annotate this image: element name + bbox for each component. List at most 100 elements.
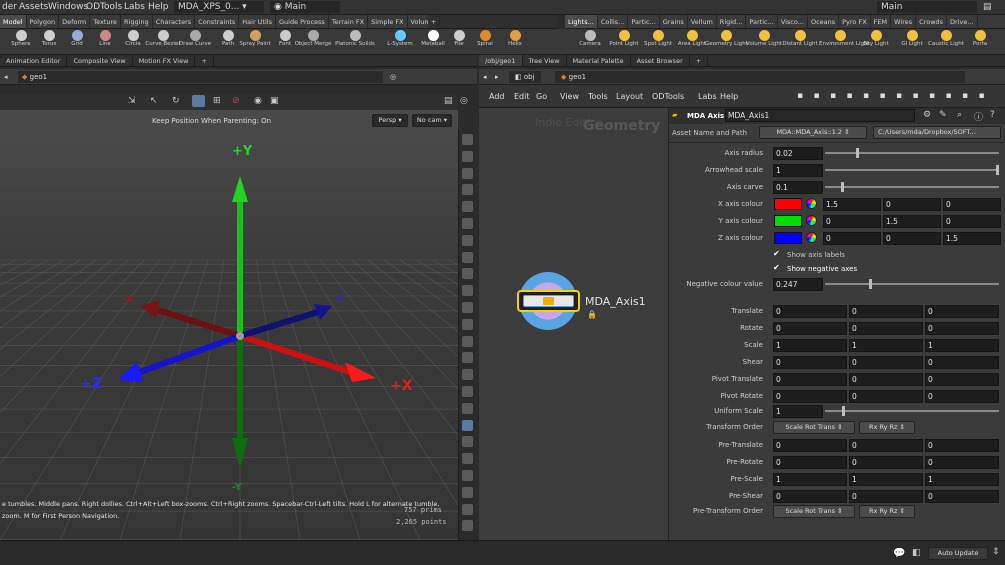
shelf-tab-visco-[interactable]: Visco... xyxy=(778,15,808,28)
shelf-tab-constraints[interactable]: Constraints xyxy=(195,15,240,28)
xcol-field-b[interactable]: 0 xyxy=(943,198,1001,211)
carve-field[interactable]: 0.1 xyxy=(773,181,823,194)
menu-help[interactable]: Help xyxy=(148,2,169,12)
display-options-icon[interactable]: ▤ xyxy=(444,96,453,106)
wire-icon[interactable] xyxy=(462,184,473,196)
uscale-field[interactable]: 1 xyxy=(773,405,823,418)
zcol-field-r[interactable]: 0 xyxy=(823,232,881,245)
pivr-field-z[interactable]: 0 xyxy=(925,390,999,403)
ycol-field-r[interactable]: 0 xyxy=(823,215,881,228)
wrench-icon[interactable]: ▪ xyxy=(797,91,803,101)
lod-icon[interactable] xyxy=(462,503,473,515)
grid-icon[interactable]: ▪ xyxy=(946,91,952,101)
pivr-field-x[interactable]: 0 xyxy=(773,390,847,403)
panel-menu-icon[interactable]: ▤ xyxy=(983,2,992,12)
help-icon[interactable]: ? xyxy=(990,110,995,120)
image-icon[interactable]: ▪ xyxy=(913,91,919,101)
shear-field-x[interactable]: 0 xyxy=(773,356,847,369)
color-palette-icon[interactable]: ▪ xyxy=(830,91,836,101)
shelf-tab-partic-[interactable]: Partic... xyxy=(746,15,778,28)
prorder-menu[interactable]: Rx Ry Rz ⇕ xyxy=(859,505,915,518)
uscale-slider-knob[interactable] xyxy=(842,406,846,416)
snap-icon[interactable] xyxy=(462,234,473,246)
tool-porta[interactable]: Porta xyxy=(965,30,995,47)
lock-update-icon[interactable]: ◧ xyxy=(912,548,921,558)
shelf-tab-drive-[interactable]: Drive... xyxy=(947,15,978,28)
scale-field-x[interactable]: 1 xyxy=(773,339,847,352)
pivr-field-y[interactable]: 0 xyxy=(849,390,923,403)
uscale-slider[interactable] xyxy=(825,410,999,412)
tool-draw-curve[interactable]: Draw Curve xyxy=(179,30,211,47)
rotate-icon[interactable]: ↻ xyxy=(172,96,180,106)
tool-sky-light[interactable]: Sky Light xyxy=(861,30,891,47)
shelf-tab-deform[interactable]: Deform xyxy=(59,15,91,28)
tab-animation-editor[interactable]: Animation Editor xyxy=(0,55,68,66)
net-menu-view[interactable]: View xyxy=(560,92,579,101)
viewport-3d[interactable]: +Y -Y +X -X +Z Z Keep Position When Pare… xyxy=(0,110,458,540)
desktop-select[interactable]: MDA_XPS_0... ▾ xyxy=(174,1,264,13)
primitive-icon[interactable] xyxy=(462,302,473,313)
select-icon[interactable]: ⇲ xyxy=(128,96,136,106)
right-context-select[interactable]: Main xyxy=(877,1,977,13)
persp-menu[interactable]: Persp ▾ xyxy=(372,114,408,127)
viewport-path[interactable]: ◆ geo1 xyxy=(18,71,383,83)
shelf-tab-model[interactable]: Model xyxy=(0,15,27,28)
shelf-tab-terrain-fx[interactable]: Terrain FX xyxy=(329,15,369,28)
curve-icon[interactable] xyxy=(462,352,473,364)
add-shelf-icon[interactable]: + xyxy=(428,15,441,28)
shelf-tab-pyro-fx[interactable]: Pyro FX xyxy=(839,15,871,28)
shear-field-y[interactable]: 0 xyxy=(849,356,923,369)
net-menu-add[interactable]: Add xyxy=(489,92,505,101)
ycol-swatch[interactable] xyxy=(774,215,802,227)
network-type-icon[interactable]: ▪ xyxy=(814,91,820,101)
snap-icon[interactable]: ⊞ xyxy=(213,96,221,106)
node-name-field[interactable]: MDA_Axis1 xyxy=(725,109,915,122)
shelf-tab-volume[interactable]: Volume xyxy=(408,15,428,28)
tab-tree-view[interactable]: Tree View xyxy=(523,55,567,66)
add-pane-tab-icon[interactable]: + xyxy=(195,55,214,66)
ghost-icon[interactable] xyxy=(462,134,473,145)
particle-icon[interactable] xyxy=(462,486,473,498)
add-pane-tab-icon[interactable]: + xyxy=(690,55,709,66)
pin-icon[interactable]: ▪ xyxy=(896,91,902,101)
tab-asset-browser[interactable]: Asset Browser xyxy=(631,55,690,66)
presh-field-x[interactable]: 0 xyxy=(773,490,847,503)
rig-icon[interactable] xyxy=(462,520,473,532)
sticky-icon[interactable]: ▪ xyxy=(929,91,935,101)
net-menu-labs[interactable]: Labs xyxy=(698,92,717,101)
net-menu-tools[interactable]: Tools xyxy=(588,92,608,101)
rorder-menu[interactable]: Rx Ry Rz ⇕ xyxy=(859,421,915,434)
ycol-color-wheel-icon[interactable] xyxy=(806,215,817,226)
view-tool-icon[interactable] xyxy=(192,95,205,107)
pres-field-x[interactable]: 1 xyxy=(773,473,847,486)
prer-field-z[interactable]: 0 xyxy=(925,456,999,469)
tool-geometry-light[interactable]: Geometry Light xyxy=(705,30,748,47)
tool-environment-light[interactable]: Environment Light xyxy=(819,30,870,47)
zcol-color-wheel-icon[interactable] xyxy=(806,232,817,243)
tool-caustic-light[interactable]: Caustic Light xyxy=(928,30,964,47)
menu-assets[interactable]: Assets xyxy=(19,2,48,12)
pin-icon[interactable]: ◎ xyxy=(390,71,396,83)
shelf-tab-oceans[interactable]: Oceans xyxy=(808,15,840,28)
group-icon[interactable] xyxy=(462,470,473,481)
menu-windows[interactable]: Windows xyxy=(48,2,88,12)
tool-spot-light[interactable]: Spot Light xyxy=(643,30,673,47)
arrowhead-slider-knob[interactable] xyxy=(995,165,999,175)
pivt-field-y[interactable]: 0 xyxy=(849,373,923,386)
search-icon[interactable]: ▪ xyxy=(962,91,968,101)
point-icon[interactable] xyxy=(462,318,473,330)
translate-field-x[interactable]: 0 xyxy=(773,305,847,318)
tool-distant-light[interactable]: Distant Light xyxy=(782,30,818,47)
tool-volume-light[interactable]: Volume Light xyxy=(746,30,782,47)
tool-point-light[interactable]: Point Light xyxy=(609,30,639,47)
asset-path-menu[interactable]: C:/Users/mda/Dropbox/SOFT... xyxy=(873,126,1001,139)
arrowhead-field[interactable]: 1 xyxy=(773,164,823,177)
tool-camera[interactable]: Camera xyxy=(575,30,605,47)
help-icon[interactable]: ▪ xyxy=(979,91,985,101)
shelf-tab-grains[interactable]: Grains xyxy=(660,15,688,28)
asset-version-menu[interactable]: MDA::MDA_Axis::1.2 ⇕ xyxy=(759,126,867,139)
path-node[interactable]: ◆ geo1 xyxy=(555,71,965,83)
shade-icon[interactable] xyxy=(462,201,473,213)
update-dropdown-icon[interactable]: ⇕ xyxy=(992,547,1000,557)
backface-icon[interactable] xyxy=(462,453,473,465)
